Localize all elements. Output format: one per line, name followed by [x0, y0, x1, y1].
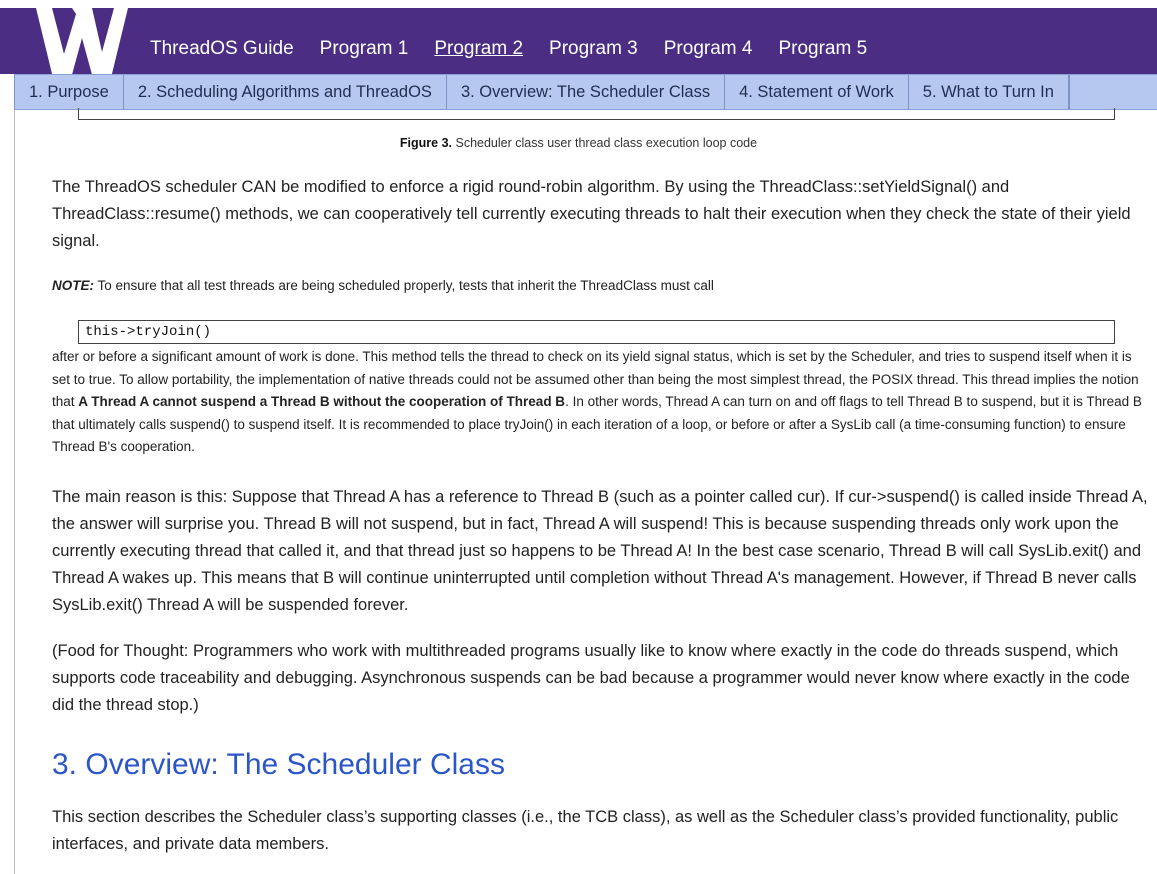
tab-statement-of-work[interactable]: 4. Statement of Work — [725, 75, 909, 109]
nav-program-4[interactable]: Program 4 — [664, 38, 753, 60]
w-logo-icon — [28, 2, 134, 82]
note-paragraph: NOTE: To ensure that all test threads ar… — [52, 275, 1152, 298]
top-navigation-bar: ThreadOS Guide Program 1 Program 2 Progr… — [0, 0, 1157, 82]
nav-program-2[interactable]: Program 2 — [434, 38, 523, 60]
figure-caption: Figure 3. Scheduler class user thread cl… — [0, 136, 1157, 150]
tab-scheduling-algorithms[interactable]: 2. Scheduling Algorithms and ThreadOS — [124, 75, 447, 109]
paragraph-section-description: This section describes the Scheduler cla… — [52, 808, 1119, 853]
figure-caption-label: Figure 3. — [399, 136, 453, 150]
paragraph-tryjoin-bold: A Thread A cannot suspend a Thread B wit… — [78, 394, 566, 409]
nav-program-1[interactable]: Program 1 — [320, 38, 409, 60]
nav-program-5[interactable]: Program 5 — [778, 38, 867, 60]
paragraph-round-robin: The ThreadOS scheduler CAN be modified t… — [52, 178, 1131, 250]
paragraph-tryjoin-explanation: after or before a significant amount of … — [52, 346, 1152, 459]
paragraph-main-reason: The main reason is this: Suppose that Th… — [52, 488, 1148, 614]
program-nav: ThreadOS Guide Program 1 Program 2 Progr… — [136, 16, 879, 82]
tab-bar-filler — [1068, 75, 1157, 109]
tab-purpose[interactable]: 1. Purpose — [14, 75, 124, 109]
content-left-border — [14, 110, 15, 874]
note-label: NOTE: — [52, 278, 94, 293]
code-block-bottom-edge — [78, 108, 1115, 120]
tab-what-to-turn-in[interactable]: 5. What to Turn In — [909, 75, 1069, 109]
nav-threados-guide[interactable]: ThreadOS Guide — [150, 38, 294, 60]
tab-overview-scheduler[interactable]: 3. Overview: The Scheduler Class — [447, 75, 726, 109]
uw-w-logo[interactable] — [28, 0, 134, 82]
paragraph-food-for-thought: (Food for Thought: Programmers who work … — [52, 642, 1130, 714]
figure-caption-text: Scheduler class user thread class execut… — [452, 136, 758, 150]
section-heading-overview: 3. Overview: The Scheduler Class — [52, 748, 505, 781]
code-snippet-tryjoin: this->tryJoin() — [78, 320, 1115, 344]
section-tabs: 1. Purpose 2. Scheduling Algorithms and … — [14, 74, 1157, 110]
note-text: To ensure that all test threads are bein… — [94, 278, 714, 293]
nav-program-3[interactable]: Program 3 — [549, 38, 638, 60]
